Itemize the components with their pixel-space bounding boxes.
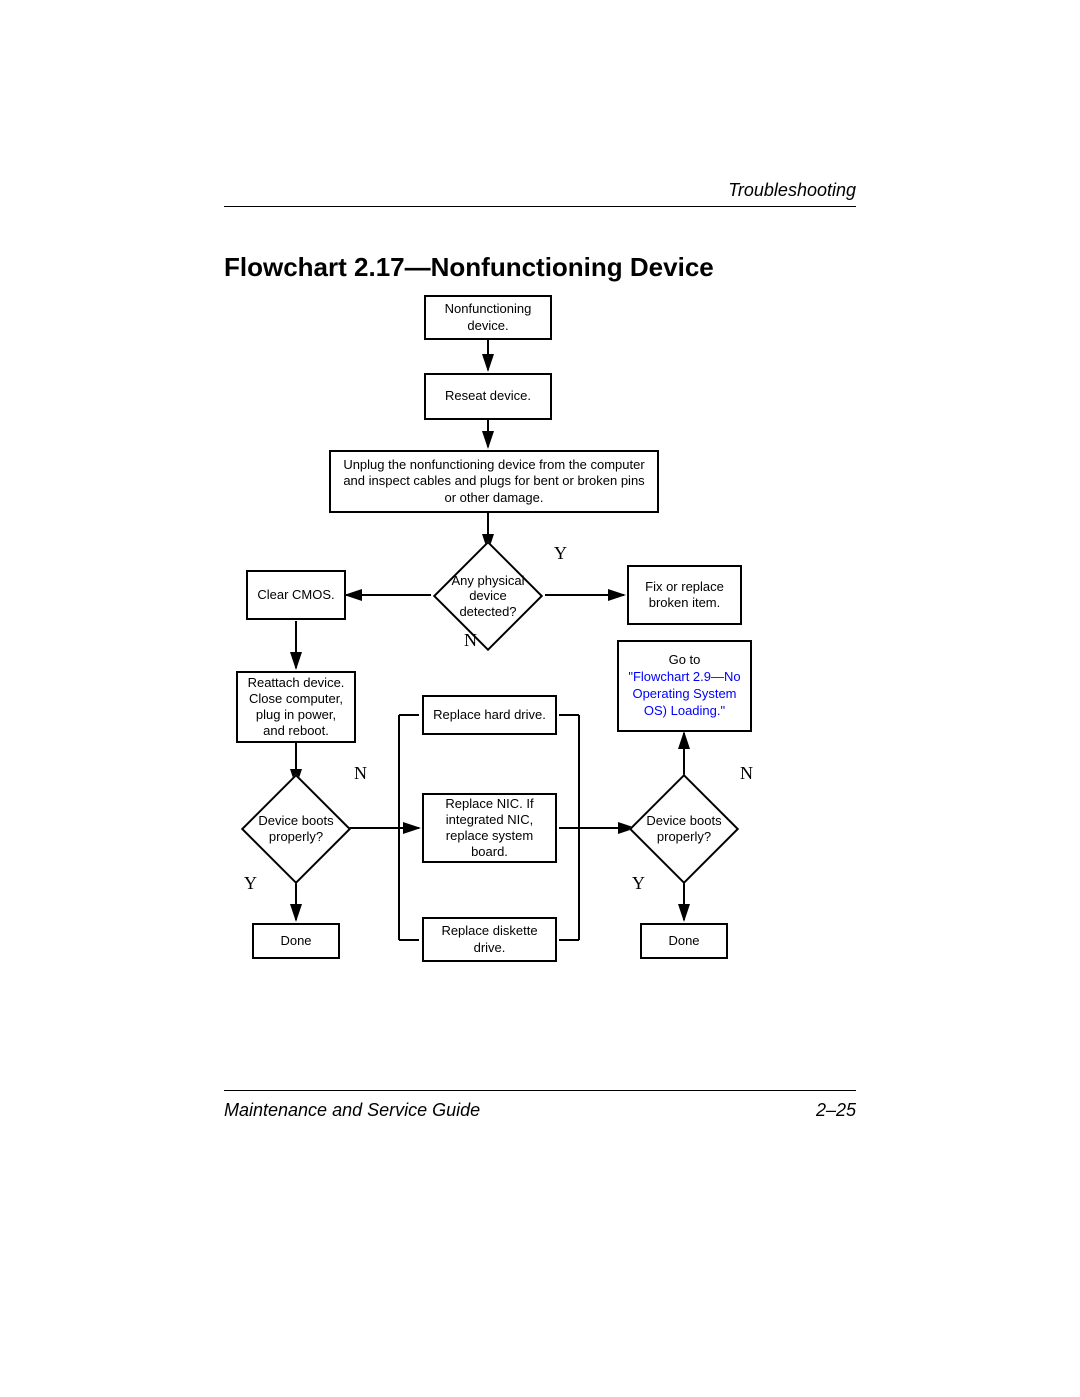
footer-right: 2–25 xyxy=(816,1100,856,1121)
flowchart: Nonfunctioning device. Reseat device. Un… xyxy=(224,295,856,1035)
decision-physical-device: Any physical device detected? xyxy=(438,553,538,639)
page-title: Flowchart 2.17—Nonfunctioning Device xyxy=(224,252,714,283)
node-replace-hd: Replace hard drive. xyxy=(422,695,557,735)
footer-rule xyxy=(224,1090,856,1091)
node-unplug: Unplug the nonfunctioning device from th… xyxy=(329,450,659,513)
node-replace-nic: Replace NIC. If integrated NIC, replace … xyxy=(422,793,557,863)
goto-link[interactable]: "Flowchart 2.9—No Operating System OS) L… xyxy=(628,669,740,718)
node-done-left: Done xyxy=(252,923,340,959)
label-y-1: Y xyxy=(554,543,567,564)
label-n-1: N xyxy=(464,630,477,651)
label-y-right: Y xyxy=(632,873,645,894)
label-y-left: Y xyxy=(244,873,257,894)
node-replace-diskette: Replace diskette drive. xyxy=(422,917,557,962)
decision-boots-left: Device boots properly? xyxy=(246,783,346,875)
node-reattach: Reattach device. Close computer, plug in… xyxy=(236,671,356,743)
header-rule xyxy=(224,206,856,207)
node-reseat: Reseat device. xyxy=(424,373,552,420)
header-section-label: Troubleshooting xyxy=(728,180,856,201)
page: Troubleshooting Flowchart 2.17—Nonfuncti… xyxy=(0,0,1080,1397)
node-start: Nonfunctioning device. xyxy=(424,295,552,340)
node-done-right: Done xyxy=(640,923,728,959)
label-n-right: N xyxy=(740,763,753,784)
footer-left: Maintenance and Service Guide xyxy=(224,1100,480,1121)
goto-prefix: Go to xyxy=(669,652,701,667)
node-goto: Go to "Flowchart 2.9—No Operating System… xyxy=(617,640,752,732)
node-fix-replace: Fix or replace broken item. xyxy=(627,565,742,625)
decision-boots-right: Device boots properly? xyxy=(634,783,734,875)
label-n-left: N xyxy=(354,763,367,784)
node-clear-cmos: Clear CMOS. xyxy=(246,570,346,620)
